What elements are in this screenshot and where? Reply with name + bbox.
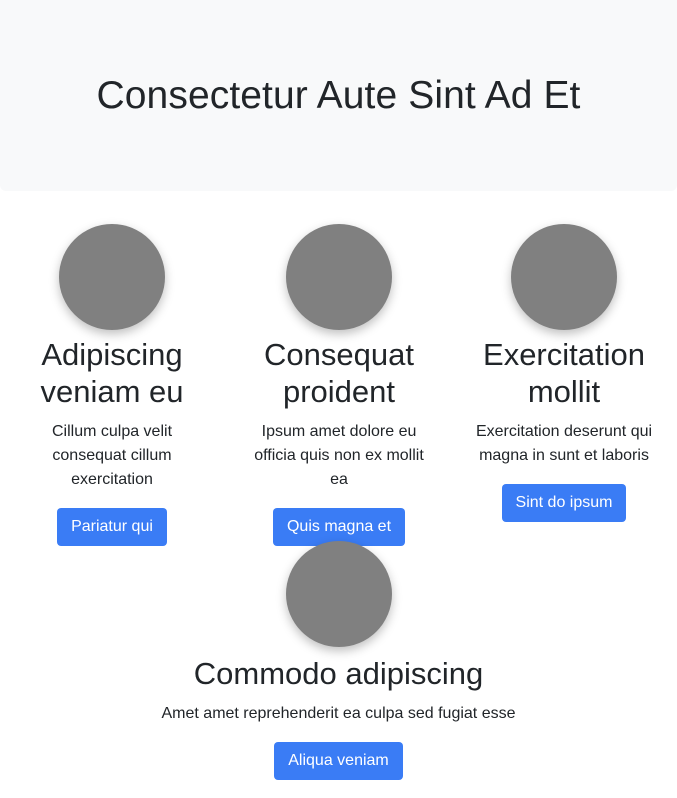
card-text: Cillum culpa velit consequat cillum exer… <box>51 423 173 488</box>
feature-card: Exercitation mollit Exercitation deserun… <box>470 224 658 522</box>
feature-card: Consequat proident Ipsum amet dolore eu … <box>251 224 427 546</box>
avatar-placeholder <box>511 224 617 330</box>
hero-banner: Consectetur Aute Sint Ad Et <box>0 0 677 191</box>
card-title: Adipiscing veniam eu <box>40 337 184 409</box>
avatar-placeholder <box>286 224 392 330</box>
card-title: Commodo adipiscing <box>193 656 484 691</box>
avatar-placeholder <box>59 224 165 330</box>
card-button[interactable]: Aliqua veniam <box>274 742 403 780</box>
card-title: Consequat proident <box>264 337 414 409</box>
feature-card: Commodo adipiscing Amet amet reprehender… <box>100 541 577 780</box>
avatar-placeholder <box>285 541 392 647</box>
card-text: Amet amet reprehenderit ea culpa sed fug… <box>161 705 516 722</box>
card-text: Exercitation deserunt qui magna in sunt … <box>475 423 653 464</box>
card-button[interactable]: Sint do ipsum <box>501 484 627 522</box>
page-title: Consectetur Aute Sint Ad Et <box>96 73 581 117</box>
card-text: Ipsum amet dolore eu officia quis non ex… <box>254 423 424 488</box>
feature-card: Adipiscing veniam eu Cillum culpa velit … <box>26 224 198 546</box>
card-title: Exercitation mollit <box>483 337 645 409</box>
